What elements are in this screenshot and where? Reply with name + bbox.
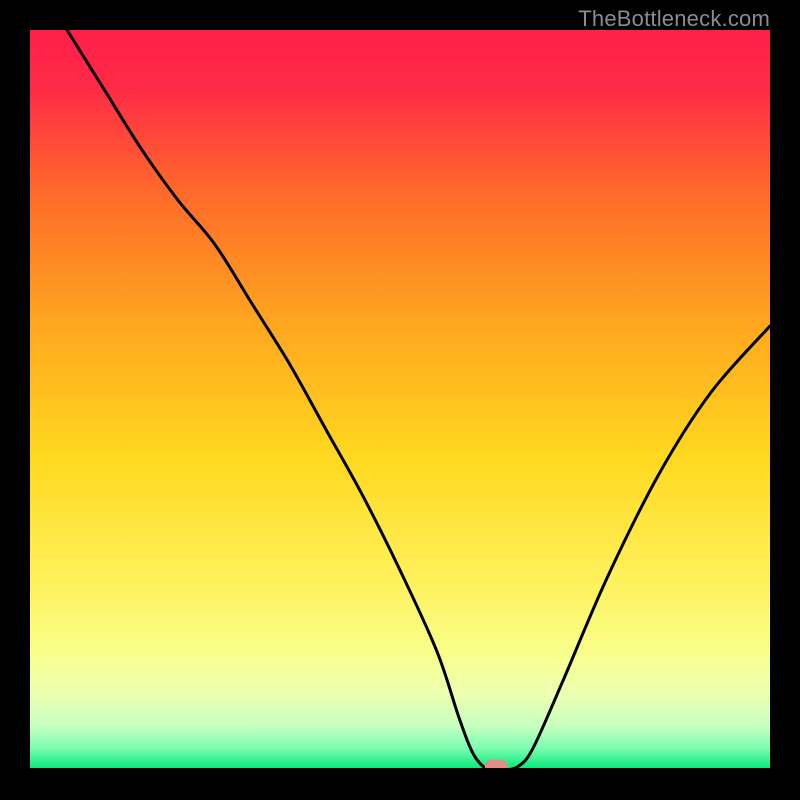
bottleneck-chart: TheBottleneck.com: [0, 0, 800, 800]
chart-overlay: [30, 30, 770, 770]
plot-area: [30, 30, 770, 770]
watermark-text: TheBottleneck.com: [578, 6, 770, 32]
bottleneck-curve: [67, 30, 770, 770]
